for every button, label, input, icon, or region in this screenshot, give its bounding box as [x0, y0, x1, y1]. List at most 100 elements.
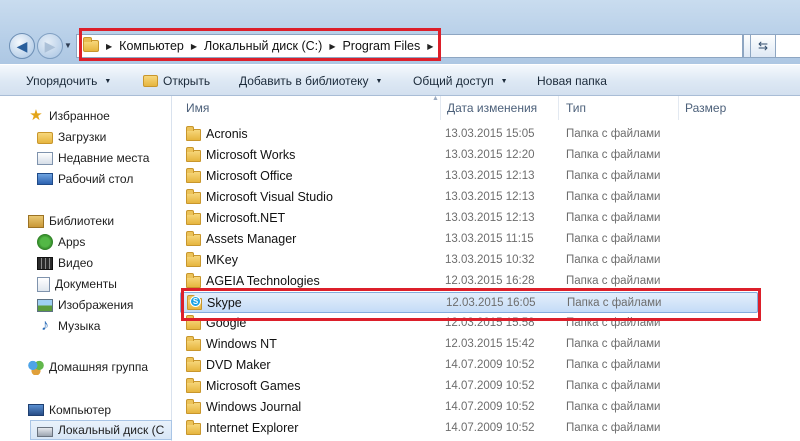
folder-icon — [186, 210, 201, 225]
file-name: Microsoft Visual Studio — [206, 190, 333, 204]
share-label: Общий доступ — [413, 74, 494, 88]
table-row[interactable]: Internet Explorer 14.07.2009 10:52 Папка с… — [180, 418, 758, 439]
file-type: Папка с файлами — [566, 338, 661, 350]
table-row[interactable]: MKey 13.03.2015 10:32 Папка с файлами — [180, 250, 758, 271]
music-icon: ♪ — [41, 317, 49, 334]
folder-icon — [186, 168, 201, 183]
column-header-name[interactable]: Имя — [186, 101, 209, 115]
file-date: 13.03.2015 15:05 — [445, 128, 535, 140]
nav-music[interactable]: ♪ Музыка — [37, 316, 100, 336]
chevron-down-icon: ▼ — [104, 77, 112, 85]
documents-icon — [37, 276, 50, 292]
nav-libraries[interactable]: Библиотеки — [28, 211, 114, 231]
nav-label: Локальный диск (C — [58, 423, 165, 437]
recent-places-icon — [37, 151, 53, 165]
table-row[interactable]: Assets Manager 13.03.2015 11:15 Папка с фа… — [180, 229, 758, 250]
arrow-left-icon: ◀ — [16, 37, 28, 54]
file-type: Папка с файлами — [566, 401, 661, 413]
file-name: Microsoft Office — [206, 169, 293, 183]
homegroup-icon — [28, 359, 44, 375]
table-row[interactable]: Microsoft Works 13.03.2015 12:20 Папка с ф… — [180, 145, 758, 166]
nav-label: Документы — [55, 277, 117, 291]
file-date: 14.07.2009 10:52 — [445, 359, 535, 371]
table-row[interactable]: Microsoft Visual Studio 13.03.2015 12:13 П… — [180, 187, 758, 208]
file-date: 14.07.2009 10:52 — [445, 401, 535, 413]
file-name: Windows NT — [206, 337, 277, 351]
file-date: 14.07.2009 10:52 — [445, 380, 535, 392]
file-date: 13.03.2015 12:13 — [445, 212, 535, 224]
table-row[interactable]: DVD Maker 14.07.2009 10:52 Папка с файлами — [180, 355, 758, 376]
nav-label: Загрузки — [58, 130, 107, 144]
sort-indicator-icon: ▲ — [432, 95, 439, 102]
chevron-down-icon: ▼ — [375, 77, 383, 85]
nav-local-disk[interactable]: Локальный диск (C — [30, 420, 172, 440]
nav-images[interactable]: Изображения — [37, 295, 133, 315]
back-button[interactable]: ◀ — [9, 33, 35, 59]
nav-label: Apps — [58, 235, 86, 249]
organize-button[interactable]: Упорядочить ▼ — [26, 74, 111, 88]
file-name: Assets Manager — [206, 232, 297, 246]
nav-video[interactable]: Видео — [37, 253, 93, 273]
table-row[interactable]: Windows NT 12.03.2015 15:42 Папка с файлам… — [180, 334, 758, 355]
table-row[interactable]: Acronis 13.03.2015 15:05 Папка с файлами — [180, 124, 758, 145]
new-folder-button[interactable]: Новая папка — [537, 74, 607, 88]
nav-label: Избранное — [49, 109, 110, 123]
forward-button[interactable]: ▶ — [37, 33, 63, 59]
nav-downloads[interactable]: Загрузки — [37, 127, 106, 147]
file-date: 13.03.2015 12:20 — [445, 149, 535, 161]
nav-apps[interactable]: Apps — [37, 232, 85, 252]
file-type: Папка с файлами — [566, 359, 661, 371]
desktop-icon — [37, 173, 53, 185]
column-divider[interactable] — [558, 96, 559, 120]
nav-homegroup[interactable]: Домашняя группа — [28, 357, 148, 377]
libraries-icon — [28, 214, 44, 228]
open-button[interactable]: Открыть — [143, 74, 210, 88]
nav-label: Изображения — [58, 298, 134, 312]
table-row[interactable]: Microsoft Office 13.03.2015 12:13 Папка с … — [180, 166, 758, 187]
file-name: AGEIA Technologies — [206, 274, 320, 288]
column-header-date[interactable]: Дата изменения — [447, 101, 537, 115]
add-to-library-button[interactable]: Добавить в библиотеку ▼ — [239, 74, 382, 88]
file-list: ▲ Имя Дата изменения Тип Размер Acronis 1… — [172, 95, 800, 441]
share-button[interactable]: Общий доступ ▼ — [413, 74, 508, 88]
downloads-folder-icon — [37, 132, 53, 144]
column-header-size[interactable]: Размер — [685, 101, 726, 115]
column-header-type[interactable]: Тип — [566, 101, 586, 115]
column-divider[interactable] — [440, 96, 441, 120]
file-type: Папка с файлами — [566, 212, 661, 224]
refresh-button[interactable]: ⇆ — [750, 34, 776, 58]
search-input[interactable] — [775, 34, 800, 58]
file-type: Папка с файлами — [566, 275, 661, 287]
hard-drive-icon — [37, 426, 53, 437]
nav-computer[interactable]: Компьютер — [28, 400, 111, 420]
navigation-pane: ★ Избранное Загрузки Недавние места Рабоч… — [0, 96, 172, 441]
folder-icon — [186, 147, 201, 162]
recent-pages-dropdown[interactable]: ▼ — [64, 41, 72, 50]
table-row[interactable]: Microsoft Games 14.07.2009 10:52 Папка с ф… — [180, 376, 758, 397]
new-folder-label: Новая папка — [537, 74, 607, 88]
column-headers: ▲ Имя Дата изменения Тип Размер — [172, 95, 800, 121]
column-divider[interactable] — [678, 96, 679, 120]
add-to-library-label: Добавить в библиотеку — [239, 74, 369, 88]
nav-label: Рабочий стол — [58, 172, 134, 186]
file-type: Папка с файлами — [566, 233, 661, 245]
nav-recent-places[interactable]: Недавние места — [37, 148, 149, 168]
nav-favorites[interactable]: ★ Избранное — [28, 106, 110, 126]
file-type: Папка с файлами — [566, 149, 661, 161]
annotation-highlight-skype — [181, 288, 761, 321]
file-name: Acronis — [206, 127, 248, 141]
nav-documents[interactable]: Документы — [37, 274, 117, 294]
table-row[interactable]: Windows Journal 14.07.2009 10:52 Папка с ф… — [180, 397, 758, 418]
file-date: 14.07.2009 10:52 — [445, 422, 535, 434]
folder-icon — [186, 273, 201, 288]
file-name: Microsoft Games — [206, 379, 301, 393]
open-folder-icon — [143, 75, 158, 87]
nav-desktop[interactable]: Рабочий стол — [37, 169, 133, 189]
folder-icon — [186, 189, 201, 204]
open-label: Открыть — [163, 74, 211, 88]
star-icon: ★ — [29, 107, 43, 124]
table-row[interactable]: Microsoft.NET 13.03.2015 12:13 Папка с фай… — [180, 208, 758, 229]
folder-icon — [186, 252, 201, 267]
file-name: Microsoft.NET — [206, 211, 286, 225]
file-name: Microsoft Works — [206, 148, 296, 162]
